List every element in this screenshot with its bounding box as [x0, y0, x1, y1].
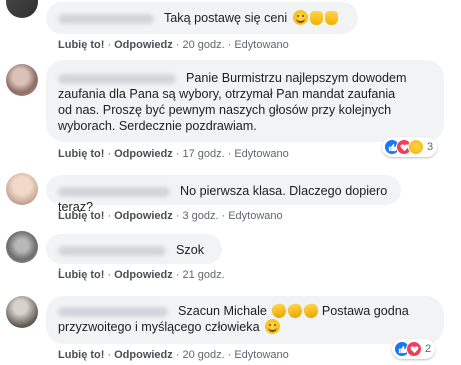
avatar[interactable]: [6, 231, 38, 263]
edited-label[interactable]: Edytowano: [234, 349, 288, 361]
separator: ·: [107, 349, 112, 361]
comment-text: wyborach. Serdecznie pozdrawiam.: [58, 119, 257, 133]
avatar[interactable]: [6, 173, 38, 205]
like-link[interactable]: Lubię to!: [58, 210, 104, 222]
comment-bubble: Szacun Michale Postawa godna przyzwoiteg…: [46, 296, 444, 344]
author-name-blurred[interactable]: [58, 73, 176, 84]
comment-meta: Lubię to! · Odpowiedz · 3 godz. · Edytowano: [58, 210, 283, 222]
love-icon: [406, 341, 422, 357]
avatar[interactable]: [6, 64, 38, 96]
separator: ·: [107, 269, 112, 281]
separator: ·: [107, 39, 112, 51]
edited-label[interactable]: Edytowano: [234, 39, 288, 51]
like-link[interactable]: Lubię to!: [58, 39, 104, 51]
clapping-hands-emoji: [302, 302, 320, 320]
reply-link[interactable]: Odpowiedz: [114, 269, 173, 281]
separator: ·: [175, 210, 180, 222]
separator: ·: [107, 210, 112, 222]
haha-icon: [408, 139, 424, 155]
like-link[interactable]: Lubię to!: [58, 148, 104, 160]
comment-text: od nas. Proszę być pewnym naszych głosów…: [58, 103, 392, 117]
reply-link[interactable]: Odpowiedz: [114, 39, 173, 51]
timestamp[interactable]: 17 godz.: [182, 148, 224, 160]
timestamp[interactable]: 3 godz.: [182, 210, 218, 222]
thumbs-up-emoji: [309, 11, 323, 25]
comment-line: Panie Burmistrzu najlepszym dowodem: [58, 70, 432, 86]
comment-line: Szacun Michale Postawa godna: [58, 302, 432, 320]
reply-link[interactable]: Odpowiedz: [114, 148, 173, 160]
avatar[interactable]: [6, 296, 38, 328]
comment-meta: Lubię to! · Odpowiedz · 17 godz. · Edytowano: [58, 148, 289, 160]
comment-text: Postawa godna: [321, 304, 409, 318]
comment-text: zaufania dla Pana są wybory, otrzymał Pa…: [58, 87, 396, 101]
comment-text: Panie Burmistrzu najlepszym dowodem: [186, 71, 407, 85]
edited-label[interactable]: Edytowano: [234, 148, 288, 160]
separator: ·: [227, 349, 232, 361]
thumbs-up-emoji: [324, 11, 338, 25]
comment-line: przyzwoitego i myślącego człowieka: [58, 319, 432, 335]
like-link[interactable]: Lubię to!: [58, 349, 104, 361]
reactions-summary[interactable]: 3: [382, 137, 438, 157]
comment-meta: Lubię to! · Odpowiedz · 20 godz. · Edytowano: [58, 349, 289, 361]
reply-link[interactable]: Odpowiedz: [114, 349, 173, 361]
timestamp[interactable]: 21 godz.: [182, 269, 224, 281]
comment-text: Szacun Michale: [178, 304, 267, 318]
comment-bubble: No pierwsza klasa. Dlaczego dopiero tera…: [46, 175, 401, 214]
clapping-hands-emoji: [270, 302, 288, 320]
clapping-hands-emoji: [286, 302, 304, 320]
reply-link[interactable]: Odpowiedz: [114, 210, 173, 222]
author-name-blurred[interactable]: [58, 186, 170, 197]
reaction-count: 3: [427, 141, 434, 153]
smile-emoji: [292, 10, 308, 25]
separator: ·: [227, 39, 232, 51]
comment-meta: Lubię to! · Odpowiedz · 20 godz. · Edytowano: [58, 39, 289, 51]
comment-meta: Lubię to! · Odpowiedz · 21 godz.: [58, 269, 225, 281]
separator: ·: [175, 148, 180, 160]
reactions-summary[interactable]: 2: [392, 339, 436, 359]
separator: ·: [227, 148, 232, 160]
edited-label[interactable]: Edytowano: [228, 210, 282, 222]
avatar[interactable]: [6, 0, 38, 18]
author-name-blurred[interactable]: [58, 245, 166, 256]
comment-text: przyzwoitego i myślącego człowieka: [58, 320, 260, 334]
comment-text: Taką postawę się ceni: [164, 11, 288, 25]
like-link[interactable]: Lubię to!: [58, 269, 104, 281]
comment-bubble: Taką postawę się ceni: [46, 2, 358, 34]
separator: ·: [175, 349, 180, 361]
comment-bubble: Panie Burmistrzu najlepszym dowodem zauf…: [46, 60, 444, 142]
separator: ·: [221, 210, 226, 222]
author-name-blurred[interactable]: [58, 13, 154, 24]
comment-bubble: Szok .: [46, 234, 222, 273]
author-name-blurred[interactable]: [58, 306, 168, 317]
separator: ·: [175, 39, 180, 51]
timestamp[interactable]: 20 godz.: [182, 39, 224, 51]
smile-emoji: [265, 319, 281, 334]
separator: ·: [175, 269, 180, 281]
timestamp[interactable]: 20 godz.: [182, 349, 224, 361]
reaction-count: 2: [425, 343, 432, 355]
separator: ·: [107, 148, 112, 160]
